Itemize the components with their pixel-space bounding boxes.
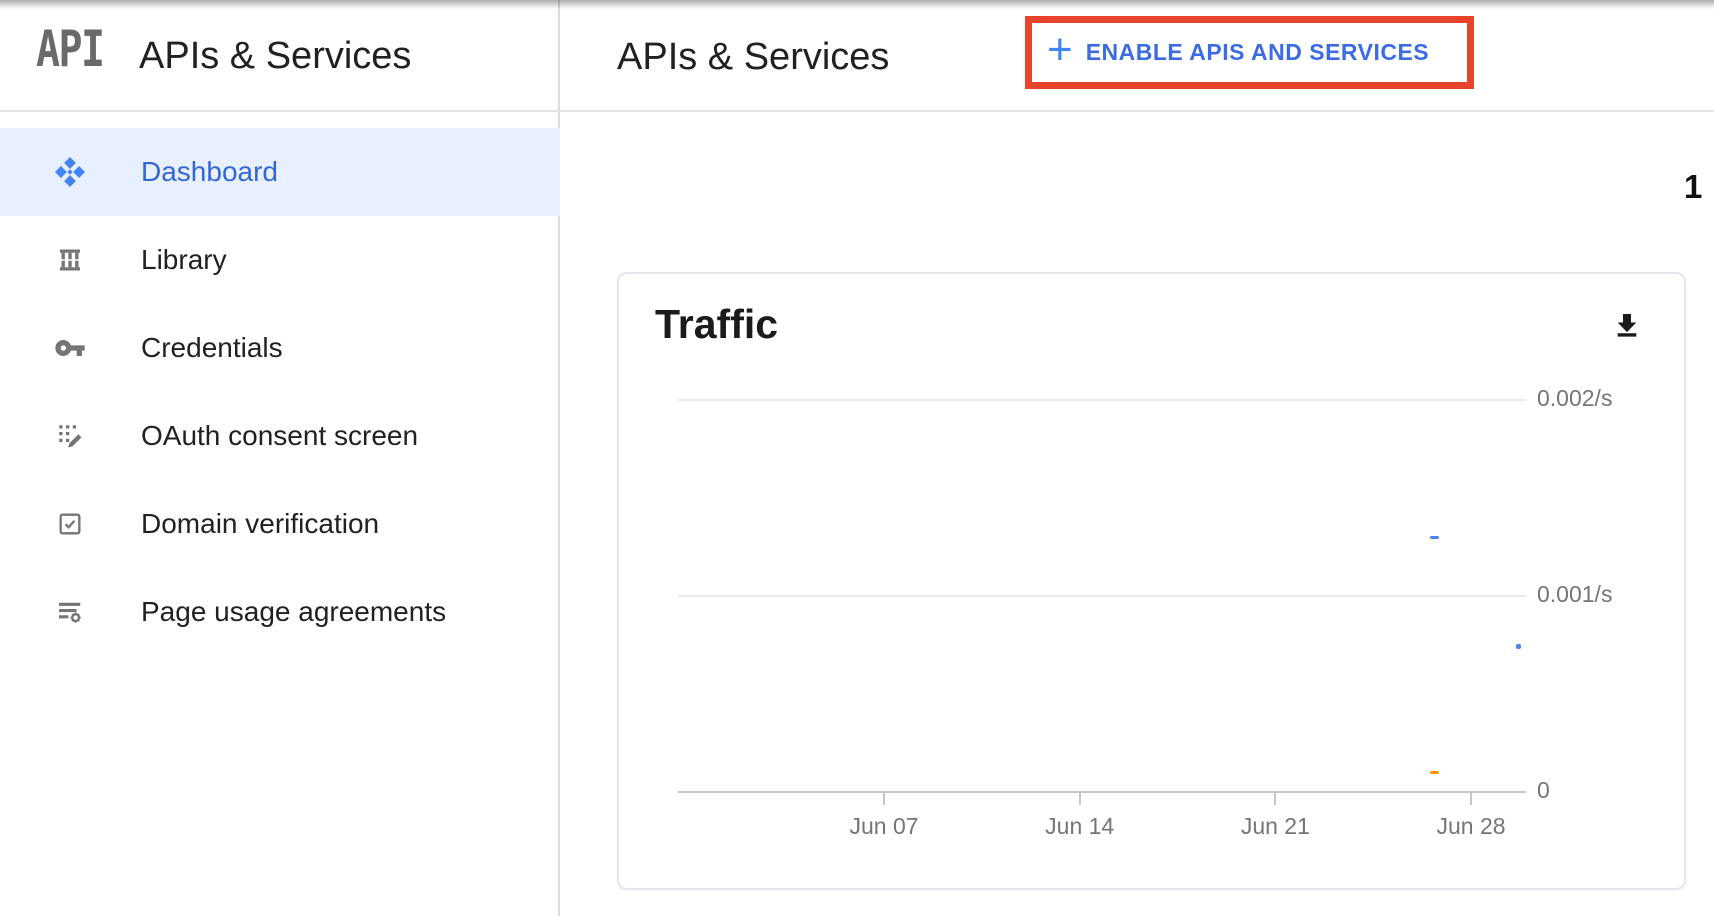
dashboard-icon: [52, 154, 88, 190]
x-axis-tick-label: Jun 28: [1401, 813, 1541, 840]
x-axis-tick-label: Jun 07: [814, 813, 954, 840]
api-logo: API: [36, 24, 103, 74]
sidebar-item-label: Dashboard: [141, 156, 278, 188]
y-axis-tick-label: 0: [1537, 777, 1550, 804]
x-axis-tick: [1274, 792, 1276, 805]
traffic-point-blue-series: [1516, 644, 1521, 649]
sidebar-item-page-usage-agreements[interactable]: Page usage agreements: [0, 568, 560, 656]
x-axis-tick: [1079, 792, 1081, 805]
page-usage-agreements-icon: [52, 594, 88, 630]
traffic-chart: 0.002/s 0.001/s 0 Jun 07 Jun 14 Jun 21 Jun 28: [619, 274, 1684, 888]
x-axis-tick: [1470, 792, 1472, 805]
sidebar-item-label: Domain verification: [141, 508, 379, 540]
sidebar-item-label: Credentials: [141, 332, 283, 364]
gridline: [678, 399, 1526, 401]
enable-apis-button-label: ENABLE APIS AND SERVICES: [1086, 39, 1429, 66]
sidebar-item-label: OAuth consent screen: [141, 420, 418, 452]
sidebar-item-domain-verification[interactable]: Domain verification: [0, 480, 560, 568]
library-icon: [52, 242, 88, 278]
traffic-point-orange-series: [1430, 771, 1439, 774]
sidebar: API APIs & Services Dashboard: [0, 0, 560, 916]
page-title: APIs & Services: [617, 36, 889, 79]
sidebar-item-credentials[interactable]: Credentials: [0, 304, 560, 392]
key-icon: [52, 330, 88, 366]
domain-verification-icon: [52, 506, 88, 542]
sidebar-item-label: Page usage agreements: [141, 596, 446, 628]
sidebar-title: APIs & Services: [139, 36, 411, 78]
top-shadow: [0, 0, 1714, 9]
sidebar-nav: Dashboard Library: [0, 128, 560, 656]
plus-icon: +: [1047, 28, 1073, 72]
gridline: [678, 595, 1526, 597]
sidebar-item-library[interactable]: Library: [0, 216, 560, 304]
annotation-step-number: 1: [1684, 168, 1702, 206]
header-divider: [0, 110, 1714, 112]
enable-apis-and-services-button[interactable]: + ENABLE APIS AND SERVICES: [1032, 23, 1467, 82]
traffic-point-blue-series: [1430, 536, 1439, 539]
x-axis-tick-label: Jun 14: [1010, 813, 1150, 840]
sidebar-item-oauth-consent-screen[interactable]: OAuth consent screen: [0, 392, 560, 480]
annotation-box: + ENABLE APIS AND SERVICES: [1025, 16, 1474, 89]
sidebar-item-label: Library: [141, 244, 227, 276]
x-axis-tick: [883, 792, 885, 805]
oauth-consent-icon: [52, 418, 88, 454]
x-axis-tick-label: Jun 21: [1205, 813, 1345, 840]
x-axis-line: [678, 791, 1526, 793]
y-axis-tick-label: 0.001/s: [1537, 581, 1612, 608]
y-axis-tick-label: 0.002/s: [1537, 385, 1612, 412]
sidebar-item-dashboard[interactable]: Dashboard: [0, 128, 560, 216]
traffic-card: Traffic 0.002/s0.001/s0Jun 07Jun 14Jun 2…: [617, 272, 1686, 890]
